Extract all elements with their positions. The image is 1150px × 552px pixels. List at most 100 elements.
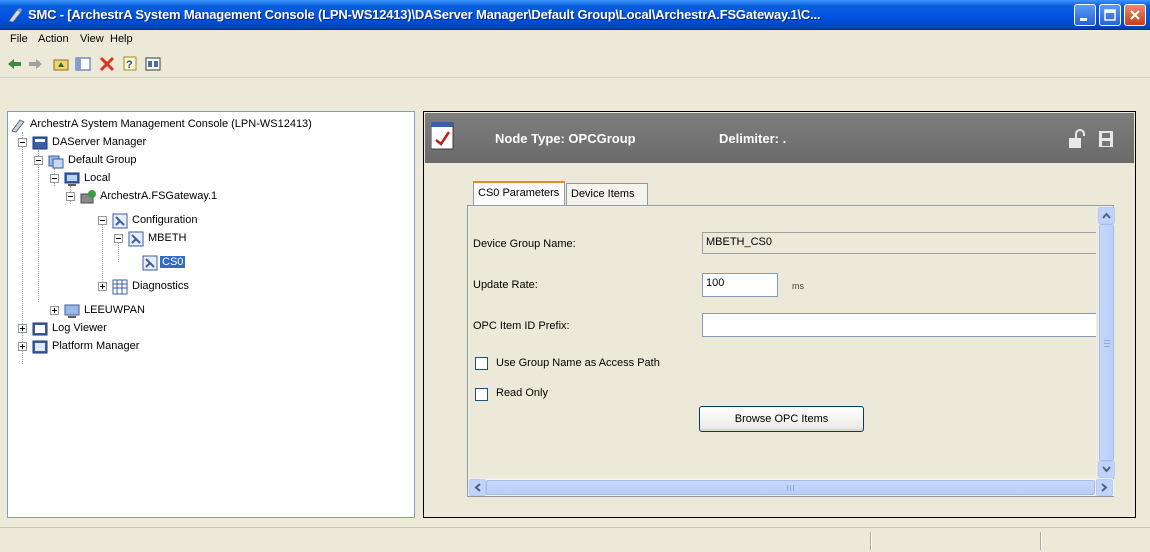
tree-item-label: Configuration xyxy=(132,214,198,226)
chevron-right-icon xyxy=(1101,483,1108,492)
collapse-toggle[interactable] xyxy=(114,234,123,243)
collapse-toggle[interactable] xyxy=(18,138,27,147)
delete-button[interactable] xyxy=(96,53,118,75)
tree-item-label: ArchestrA.FSGateway.1 xyxy=(100,190,218,202)
menu-file[interactable]: File xyxy=(10,33,28,45)
vertical-scroll-thumb[interactable] xyxy=(1099,224,1114,461)
update-rate-field[interactable]: 100 xyxy=(702,273,778,297)
back-arrow-icon xyxy=(8,59,21,69)
daserver-icon xyxy=(80,190,96,204)
menu-action[interactable]: Action xyxy=(38,33,69,45)
computer-icon xyxy=(64,172,80,186)
update-rate-unit: ms xyxy=(792,281,804,291)
close-button[interactable] xyxy=(1124,4,1146,26)
delimiter-label: Delimiter: . xyxy=(719,131,787,146)
node-header: Node Type: OPCGroup Delimiter: . xyxy=(425,113,1134,163)
chevron-down-icon xyxy=(1102,466,1111,473)
tree-item-label: Default Group xyxy=(68,154,137,166)
tree-connector xyxy=(102,220,103,286)
device-group-name-label: Device Group Name: xyxy=(473,238,576,250)
status-bar xyxy=(0,527,1150,552)
unlocked-icon[interactable] xyxy=(1067,129,1087,149)
expand-toggle[interactable] xyxy=(18,342,27,351)
maximize-button[interactable] xyxy=(1099,4,1121,26)
back-button[interactable] xyxy=(4,53,26,75)
console-tree[interactable]: ArchestrA System Management Console (LPN… xyxy=(7,111,415,518)
tree-item-label: LEEUWPAN xyxy=(84,304,145,316)
collapse-toggle[interactable] xyxy=(98,216,107,225)
tab-device-items[interactable]: Device Items xyxy=(566,183,648,205)
expand-toggle[interactable] xyxy=(50,306,59,315)
toolbar: ? xyxy=(0,50,1150,78)
up-folder-button[interactable] xyxy=(50,53,72,75)
browse-opc-items-button[interactable]: Browse OPC Items xyxy=(699,406,864,432)
collapse-toggle[interactable] xyxy=(50,174,59,183)
smc-app-icon xyxy=(11,119,25,133)
minimize-button[interactable] xyxy=(1074,4,1096,26)
update-rate-label: Update Rate: xyxy=(473,279,538,291)
configuration-icon xyxy=(112,213,128,229)
tree-item-label: Platform Manager xyxy=(52,340,140,352)
status-separator xyxy=(1040,532,1042,550)
opc-item-id-prefix-field[interactable] xyxy=(702,313,1096,337)
tree-item-label: CS0 xyxy=(160,256,186,268)
tree-item-label: DAServer Manager xyxy=(52,136,147,148)
delete-icon xyxy=(99,56,115,72)
opc-group-icon xyxy=(142,255,158,271)
opc-item-id-prefix-label: OPC Item ID Prefix: xyxy=(473,320,570,332)
chevron-up-icon xyxy=(1102,212,1111,219)
node-type-label: Node Type: OPCGroup xyxy=(495,131,636,146)
smc-app-icon xyxy=(8,8,22,23)
status-separator xyxy=(870,532,872,550)
platform-manager-icon xyxy=(32,340,48,354)
tree-item-label: Local xyxy=(84,172,111,184)
show-hide-console-tree-icon xyxy=(75,57,91,71)
help-icon: ? xyxy=(123,56,137,71)
details-pane: Node Type: OPCGroup Delimiter: . CS0 Par… xyxy=(423,111,1136,518)
collapse-toggle[interactable] xyxy=(34,156,43,165)
scroll-right-button[interactable] xyxy=(1096,479,1113,496)
svg-text:?: ? xyxy=(126,59,133,71)
properties-button[interactable] xyxy=(142,53,164,75)
group-icon xyxy=(48,155,64,169)
menu-bar: File Action View Help xyxy=(0,30,1150,50)
tree-item-label: Diagnostics xyxy=(132,280,189,292)
tree-item-label: MBETH xyxy=(148,232,187,244)
collapse-toggle[interactable] xyxy=(66,192,75,201)
tab-cs0-parameters[interactable]: CS0 Parameters xyxy=(473,181,565,205)
log-viewer-icon xyxy=(32,322,48,336)
node-editor-icon xyxy=(431,122,454,150)
forward-arrow-icon xyxy=(29,59,42,69)
tab-panel: Device Group Name: MBETH_CS0 Update Rate… xyxy=(467,205,1115,497)
vertical-scrollbar[interactable] xyxy=(1097,207,1115,478)
tree-item-label: ArchestrA System Management Console (LPN… xyxy=(30,118,312,130)
tree-item-label: Log Viewer xyxy=(52,322,107,334)
scroll-up-button[interactable] xyxy=(1098,207,1115,224)
parameters-form: Device Group Name: MBETH_CS0 Update Rate… xyxy=(469,207,1096,478)
properties-icon xyxy=(145,57,161,71)
device-group-name-field[interactable]: MBETH_CS0 xyxy=(702,232,1096,254)
title-bar: SMC - [ArchestrA System Management Conso… xyxy=(0,0,1150,30)
forward-button[interactable] xyxy=(24,53,46,75)
horizontal-scroll-thumb[interactable] xyxy=(486,480,1095,495)
read-only-checkbox[interactable] xyxy=(475,388,488,401)
read-only-label: Read Only xyxy=(496,387,548,399)
expand-toggle[interactable] xyxy=(98,282,107,291)
menu-view[interactable]: View xyxy=(80,33,104,45)
help-button[interactable]: ? xyxy=(120,53,142,75)
expand-toggle[interactable] xyxy=(18,324,27,333)
horizontal-scrollbar[interactable] xyxy=(469,479,1114,496)
diagnostics-icon xyxy=(112,279,128,295)
show-hide-tree-button[interactable] xyxy=(72,53,94,75)
computer-icon xyxy=(64,304,80,318)
save-icon[interactable] xyxy=(1097,129,1115,149)
scroll-left-button[interactable] xyxy=(469,479,486,496)
up-folder-icon xyxy=(53,59,69,71)
port-node-icon xyxy=(128,231,144,247)
use-group-name-checkbox[interactable] xyxy=(475,357,488,370)
menu-help[interactable]: Help xyxy=(110,33,133,45)
minimize-icon xyxy=(1080,18,1087,21)
chevron-left-icon xyxy=(474,483,481,492)
use-group-name-label: Use Group Name as Access Path xyxy=(496,357,660,369)
scroll-down-button[interactable] xyxy=(1098,461,1115,478)
